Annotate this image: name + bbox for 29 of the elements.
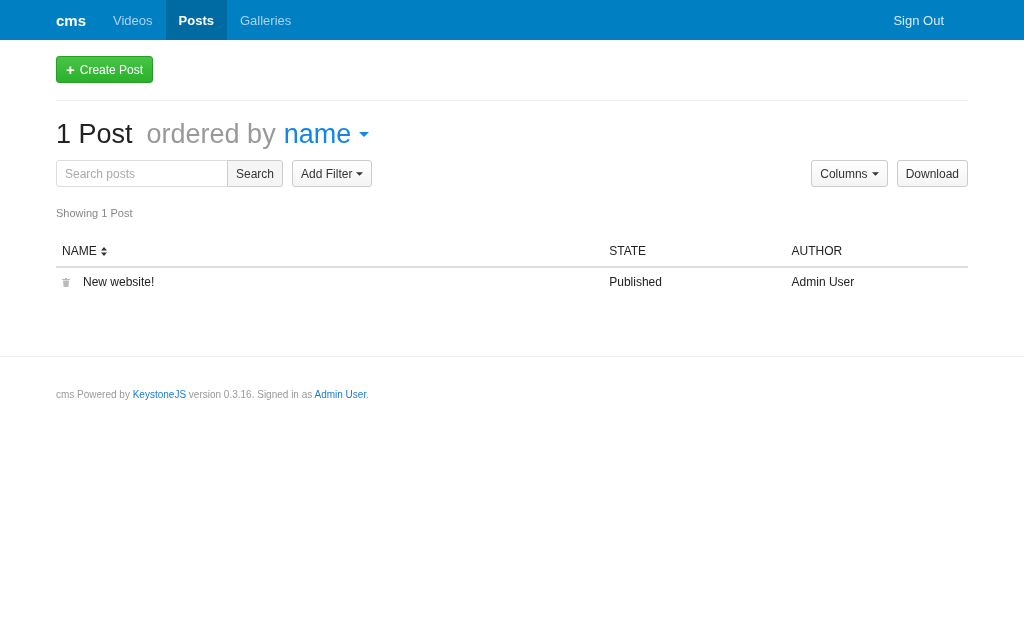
- download-button[interactable]: Download: [896, 160, 968, 187]
- footer-link[interactable]: Admin User: [314, 389, 367, 400]
- search-button[interactable]: Search: [227, 160, 284, 187]
- column-header: AUTHOR: [791, 244, 843, 258]
- nav-tab[interactable]: Videos: [100, 0, 166, 40]
- column-header[interactable]: NAME: [62, 244, 107, 258]
- add-filter-button[interactable]: Add Filter: [292, 160, 373, 187]
- ordered-by-label: ordered by: [146, 119, 276, 150]
- sort-field-link[interactable]: name: [283, 119, 370, 150]
- trash-icon[interactable]: [62, 277, 70, 287]
- caret-icon: [356, 171, 364, 176]
- brand-link[interactable]: cms: [56, 0, 101, 40]
- caret-icon: [871, 171, 879, 176]
- footer-link[interactable]: KeystoneJS: [132, 389, 187, 400]
- post-name-link[interactable]: New website!: [83, 275, 155, 289]
- nav-tab[interactable]: Galleries: [226, 0, 305, 40]
- results-count: Showing 1 Post: [56, 207, 134, 219]
- create-post-button[interactable]: + Create Post: [56, 56, 154, 83]
- footer-text: cms Powered by KeystoneJS version 0.3.16. Signed in as Admin User.: [56, 389, 370, 400]
- columns-button[interactable]: Columns: [811, 160, 888, 187]
- post-count: 1 Post: [56, 119, 133, 150]
- table-cell: Published: [609, 275, 662, 289]
- column-header: STATE: [609, 244, 647, 258]
- sort-icon: [100, 246, 107, 256]
- caret-icon: [359, 131, 370, 138]
- search-field[interactable]: Search posts: [56, 160, 228, 187]
- table-cell: Admin User: [791, 275, 855, 289]
- nav-tab[interactable]: Posts: [165, 0, 227, 40]
- sign-out-link[interactable]: Sign Out: [880, 0, 968, 40]
